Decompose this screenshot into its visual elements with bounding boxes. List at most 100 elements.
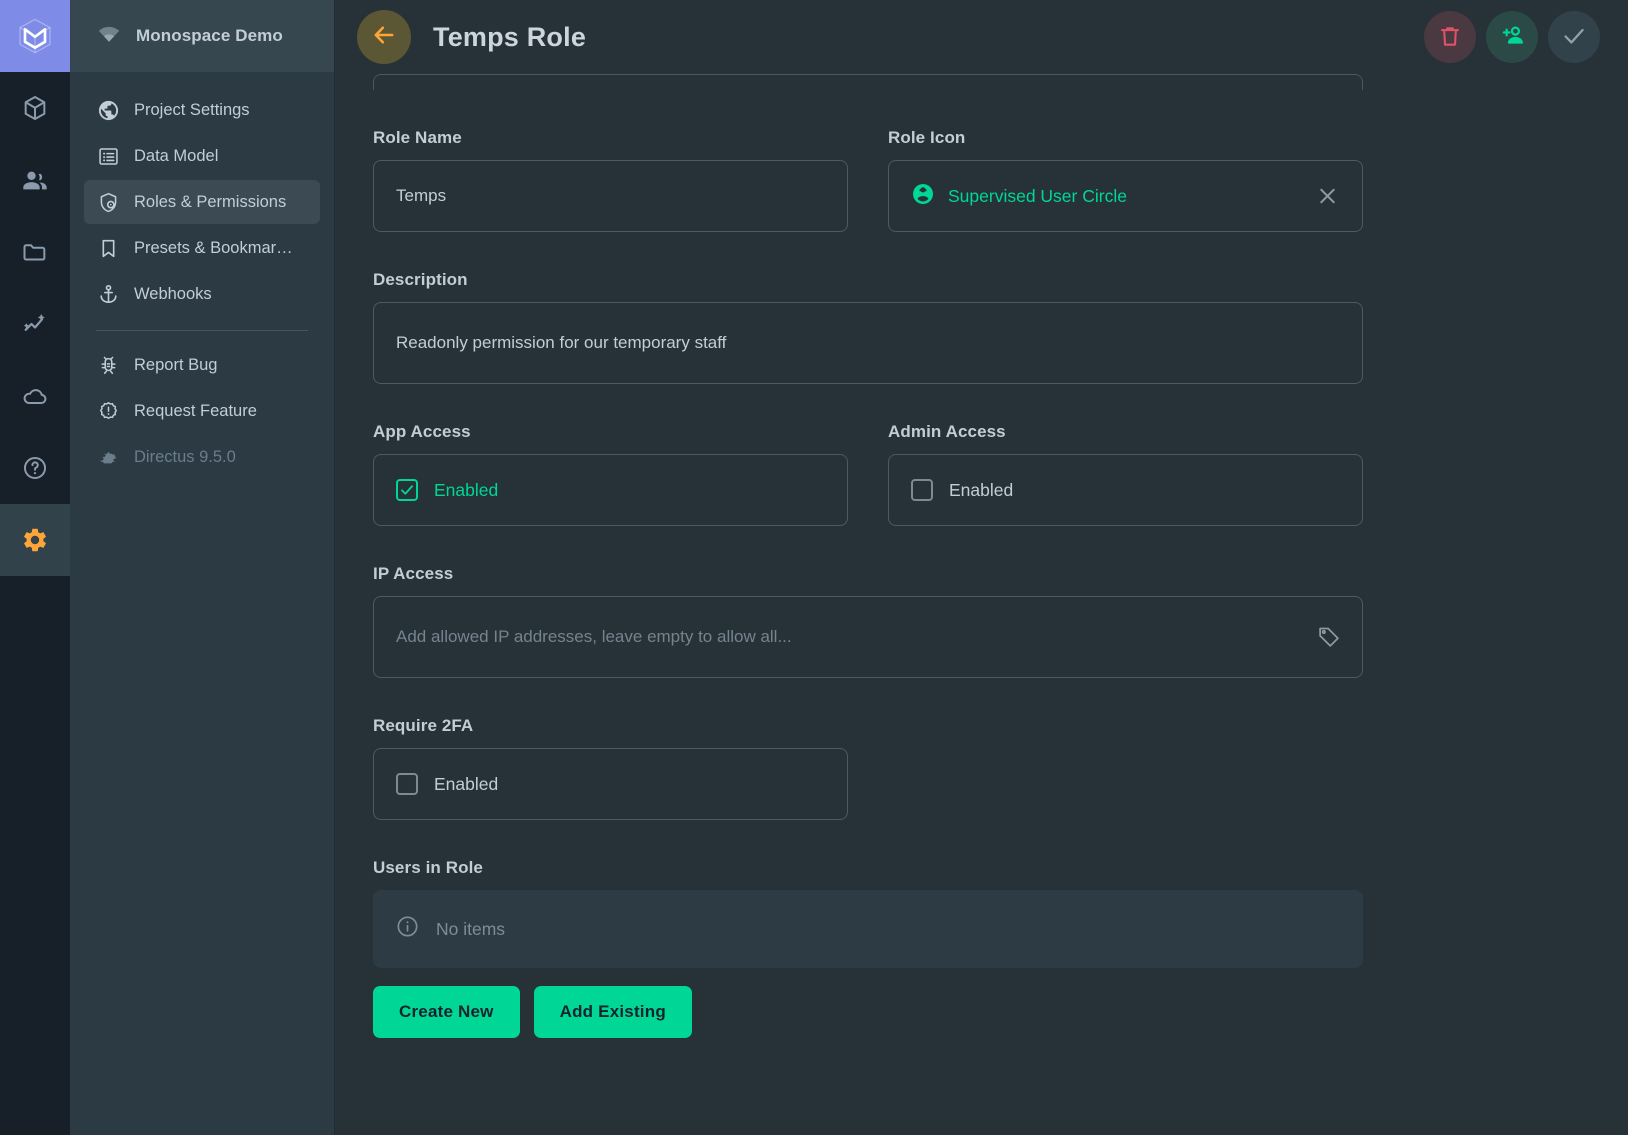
- add-existing-button[interactable]: Add Existing: [533, 986, 692, 1038]
- app-access-checkbox-label: Enabled: [434, 479, 499, 500]
- delete-role-button[interactable]: [1424, 11, 1476, 63]
- insights-icon: [21, 310, 49, 338]
- sidebar-item-label: Report Bug: [134, 355, 218, 374]
- description-input[interactable]: Readonly permission for our temporary st…: [373, 302, 1363, 384]
- row-name-icon: Role Name Temps Role Icon Supervised Use…: [373, 128, 1363, 232]
- users-in-role-label: Users in Role: [373, 858, 483, 877]
- sidebar-item-request-feature[interactable]: Request Feature: [84, 389, 320, 433]
- rail-item-files[interactable]: [0, 216, 70, 288]
- admin-access-checkbox-label: Enabled: [949, 479, 1014, 500]
- role-icon-value-wrap: Supervised User Circle: [911, 182, 1127, 211]
- ip-access-placeholder: Add allowed IP addresses, leave empty to…: [396, 627, 792, 646]
- app-access-checkbox[interactable]: [396, 479, 418, 501]
- ip-access-label: IP Access: [373, 564, 454, 583]
- description-label: Description: [373, 270, 468, 289]
- require-2fa-label: Require 2FA: [373, 716, 474, 735]
- supervised-user-circle-icon: [911, 182, 935, 211]
- admin-access-checkbox-row[interactable]: Enabled: [888, 454, 1363, 526]
- box-icon: [21, 94, 49, 122]
- directus-logo[interactable]: [0, 0, 70, 72]
- check-icon: [1560, 22, 1588, 53]
- role-name-label: Role Name: [373, 128, 462, 147]
- sidebar-item-version: Directus 9.5.0: [84, 435, 320, 479]
- scrolled-field-remnant: [373, 74, 1363, 90]
- field-description: Description Readonly permission for our …: [373, 270, 1363, 384]
- gear-icon: [21, 526, 49, 554]
- users-in-role-empty-state: No items: [373, 890, 1363, 968]
- module-sidebar: Monospace Demo Project Settings Data Mod…: [70, 0, 335, 1135]
- role-icon-label: Role Icon: [888, 128, 966, 147]
- form-scroll-area[interactable]: Role Name Temps Role Icon Supervised Use…: [335, 74, 1628, 1135]
- rail-item-users[interactable]: [0, 144, 70, 216]
- sidebar-item-label: Project Settings: [134, 100, 250, 119]
- require-2fa-checkbox[interactable]: [396, 773, 418, 795]
- bookmark-icon: [96, 236, 120, 260]
- rabbit-icon: [96, 445, 120, 469]
- create-new-button[interactable]: Create New: [373, 986, 520, 1038]
- rail-item-help[interactable]: [0, 432, 70, 504]
- sidebar-item-label: Roles & Permissions: [134, 192, 287, 211]
- ip-access-input[interactable]: Add allowed IP addresses, leave empty to…: [373, 596, 1363, 678]
- info-circle-icon: [395, 914, 420, 944]
- role-icon-input[interactable]: Supervised User Circle: [888, 160, 1363, 232]
- invite-users-button[interactable]: [1486, 11, 1538, 63]
- trash-icon: [1437, 23, 1463, 52]
- project-switcher[interactable]: Monospace Demo: [70, 0, 334, 72]
- role-icon-name: Supervised User Circle: [948, 185, 1127, 206]
- sidebar-nav: Project Settings Data Model Roles & Perm…: [70, 72, 334, 481]
- sidebar-item-webhooks[interactable]: Webhooks: [84, 272, 320, 316]
- admin-access-checkbox[interactable]: [911, 479, 933, 501]
- sidebar-item-presets-bookmarks[interactable]: Presets & Bookmar…: [84, 226, 320, 270]
- back-button[interactable]: [357, 10, 411, 64]
- list-box-icon: [96, 144, 120, 168]
- field-role-icon: Role Icon Supervised User Circle: [888, 128, 1363, 232]
- sidebar-item-label: Directus 9.5.0: [134, 447, 236, 466]
- people-icon: [21, 166, 49, 194]
- rail-item-cloud[interactable]: [0, 360, 70, 432]
- field-users-in-role: Users in Role No items Create New Add Ex…: [373, 858, 1363, 1038]
- main-content: Temps Role Role Name Temps Role Icon Sup…: [335, 0, 1628, 1135]
- sidebar-item-roles-permissions[interactable]: Roles & Permissions: [84, 180, 320, 224]
- sidebar-item-label: Data Model: [134, 146, 219, 165]
- role-name-input[interactable]: Temps: [373, 160, 848, 232]
- cloud-icon: [21, 382, 49, 410]
- module-rail: [0, 0, 70, 1135]
- app-root: Monospace Demo Project Settings Data Mod…: [0, 0, 1628, 1135]
- field-role-name: Role Name Temps: [373, 128, 848, 232]
- app-access-label: App Access: [373, 422, 471, 441]
- require-2fa-checkbox-label: Enabled: [434, 773, 499, 794]
- sidebar-item-label: Request Feature: [134, 401, 257, 420]
- rail-item-content[interactable]: [0, 72, 70, 144]
- row-access: App Access Enabled Admin Access Enabled: [373, 422, 1363, 526]
- form-inner: Role Name Temps Role Icon Supervised Use…: [335, 74, 1363, 1038]
- close-icon[interactable]: [1315, 184, 1340, 209]
- rail-item-settings[interactable]: [0, 504, 70, 576]
- sidebar-item-data-model[interactable]: Data Model: [84, 134, 320, 178]
- sidebar-item-project-settings[interactable]: Project Settings: [84, 88, 320, 132]
- header-actions: [1424, 11, 1600, 63]
- page-header: Temps Role: [335, 0, 1628, 74]
- rail-item-insights[interactable]: [0, 288, 70, 360]
- admin-access-label: Admin Access: [888, 422, 1006, 441]
- field-admin-access: Admin Access Enabled: [888, 422, 1363, 526]
- shield-icon: [96, 190, 120, 214]
- field-ip-access: IP Access Add allowed IP addresses, leav…: [373, 564, 1363, 678]
- wifi-icon: [96, 21, 122, 52]
- alert-badge-icon: [96, 399, 120, 423]
- tag-icon: [1316, 624, 1342, 650]
- require-2fa-checkbox-row[interactable]: Enabled: [373, 748, 848, 820]
- person-add-icon: [1499, 22, 1526, 52]
- anchor-icon: [96, 282, 120, 306]
- description-value: Readonly permission for our temporary st…: [396, 333, 727, 352]
- arrow-left-icon: [370, 21, 398, 54]
- folder-icon: [21, 238, 49, 266]
- sidebar-item-label: Webhooks: [134, 284, 212, 303]
- save-button[interactable]: [1548, 11, 1600, 63]
- sidebar-item-report-bug[interactable]: Report Bug: [84, 343, 320, 387]
- app-access-checkbox-row[interactable]: Enabled: [373, 454, 848, 526]
- rail-icon-list: [0, 72, 70, 576]
- field-require-2fa: Require 2FA Enabled: [373, 716, 848, 820]
- users-in-role-empty-text: No items: [436, 918, 506, 939]
- field-app-access: App Access Enabled: [373, 422, 848, 526]
- globe-icon: [96, 98, 120, 122]
